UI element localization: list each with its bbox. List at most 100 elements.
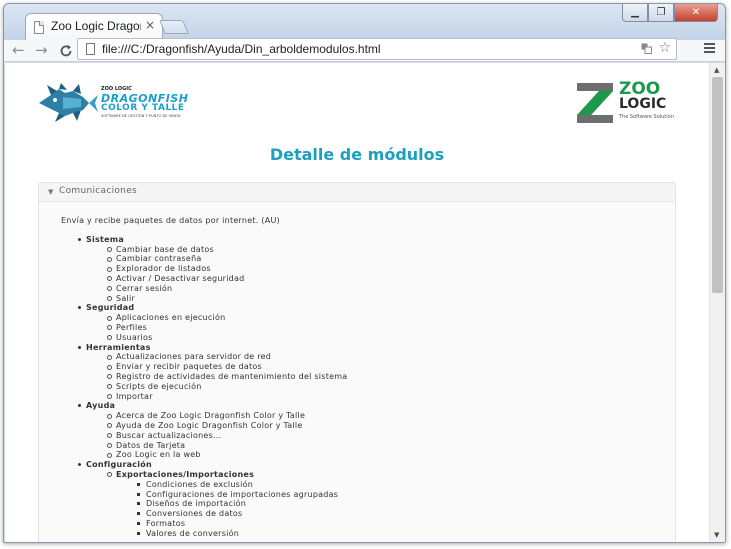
tab-close-icon[interactable]: × [145,18,155,32]
module-item-list: Acerca de Zoo Logic Dragonfish Color y T… [86,411,675,460]
module-item-label: Buscar actualizaciones... [116,430,222,440]
module-tree: Sistema Cambiar base de datos Cambiar cont… [61,235,675,539]
module-item-label: Exportaciones/Importaciones [116,469,255,479]
page-viewport: ZOO LOGIC DRAGONFISH COLOR Y TALLE SOFTW… [5,63,725,542]
module-subitem-list: Condiciones de exclusión Configuraciones … [116,480,675,539]
module-item: Explorador de listados [107,264,675,274]
module-subitem: Formatos [137,519,675,529]
module-item-label: Usuarios [116,332,153,342]
module-subitem: Conversiones de datos [137,509,675,519]
module-item-label: Actualizaciones para servidor de red [116,352,272,362]
panel-header[interactable]: ▼ Comunicaciones [39,183,675,202]
module-section-label: Herramientas [86,342,151,352]
module-item-label: Salir [116,293,135,303]
module-item-label: Cambiar contraseña [116,254,202,264]
module-section: Herramientas Actualizaciones para servido… [78,342,675,402]
scroll-up-arrow-icon[interactable]: ▲ [714,66,719,74]
module-subitem: Condiciones de exclusión [137,480,675,490]
window-controls: ▁ ❐ ✕ [622,4,718,22]
zoologic-tagline: The Software Solution [619,114,674,120]
module-item-label: Scripts de ejecución [116,381,202,391]
dragonfish-tagline: SOFTWARE DE GESTIÓN Y PUNTO DE VENTA [101,114,181,118]
module-item-label: Cambiar base de datos [116,244,214,254]
module-item-label: Aplicaciones en ejecución [116,313,226,323]
bookmark-star-icon[interactable]: ☆ [658,40,671,56]
module-item-label: Zoo Logic en la web [116,450,201,460]
module-item: Usuarios [107,332,675,343]
module-item: Activar / Desactivar seguridad [107,273,675,284]
module-section-label: Configuración [86,460,152,470]
module-item-label: Importar [116,391,153,401]
vertical-scrollbar[interactable]: ▲ ▼ [709,63,725,542]
module-item-list: Actualizaciones para servidor de red Envi… [86,352,675,401]
module-item: Cambiar contraseña [107,254,675,264]
translate-icon[interactable] [641,43,652,57]
browser-window: Zoo Logic Dragonfis × ▁ ❐ ✕ ← → file:///… [3,3,726,543]
module-item: Perfiles [107,322,675,333]
module-item: Actualizaciones para servidor de red [107,352,675,362]
module-subitem: Diseños de importación [137,499,675,509]
module-item: Datos de Tarjeta [107,440,675,451]
browser-toolbar: ← → file:///C:/Dragonfish/Ayuda/Din_arbo… [4,38,725,62]
back-arrow-icon[interactable]: ← [12,41,25,59]
zoologic-z-icon [577,83,613,123]
module-panel: ▼ Comunicaciones Envía y recibe paquetes… [38,182,676,542]
dragonfish-logo: ZOO LOGIC DRAGONFISH COLOR Y TALLE SOFTW… [37,83,217,123]
module-description: Envía y recibe paquetes de datos por int… [61,216,280,225]
module-item-label: Explorador de listados [116,264,211,274]
module-item: Acerca de Zoo Logic Dragonfish Color y T… [107,411,675,421]
module-section-label: Ayuda [86,401,116,411]
menu-icon[interactable] [704,43,715,55]
close-window-button[interactable]: ✕ [674,4,718,22]
panel-body: Envía y recibe paquetes de datos por int… [39,202,675,539]
module-subitem: Valores de conversión [137,529,675,539]
address-bar[interactable]: file:///C:/Dragonfish/Ayuda/Din_arboldem… [77,38,677,60]
module-section-label: Sistema [86,234,124,244]
new-tab-button[interactable] [159,20,189,34]
module-subitem: Configuraciones de importaciones agrupad… [137,490,675,500]
scroll-down-arrow-icon[interactable]: ▼ [714,531,719,539]
module-item: Ayuda de Zoo Logic Dragonfish Color y Ta… [107,420,675,431]
module-section: Ayuda Acerca de Zoo Logic Dragonfish Colo… [78,401,675,460]
module-item-list: Exportaciones/Importaciones Condiciones d… [86,470,675,539]
zoologic-logo: ZOO LOGIC The Software Solution [573,81,678,125]
file-icon [86,43,95,55]
tab-title: Zoo Logic Dragonfis [51,19,141,33]
page-icon [34,21,44,34]
zoologic-line2: LOGIC [619,96,667,112]
maximize-button[interactable]: ❐ [648,4,674,22]
module-item: Cerrar sesión [107,283,675,294]
module-item-label: Enviar y recibir paquetes de datos [116,362,262,372]
module-item: Cambiar base de datos [107,244,675,255]
module-item-label: Perfiles [116,322,148,332]
minimize-button[interactable]: ▁ [622,4,648,22]
reload-icon[interactable] [59,41,73,62]
page-content: ZOO LOGIC DRAGONFISH COLOR Y TALLE SOFTW… [5,63,709,542]
page-title: Detalle de módulos [269,145,445,164]
collapse-triangle-icon[interactable]: ▼ [48,188,53,196]
browser-tab[interactable]: Zoo Logic Dragonfis × [25,13,163,40]
scrollbar-thumb[interactable] [712,77,723,293]
dragonfish-fish-icon [39,83,98,122]
module-item-label: Ayuda de Zoo Logic Dragonfish Color y Ta… [116,420,303,430]
module-item: Zoo Logic en la web [107,450,675,460]
module-item: Scripts de ejecución [107,381,675,392]
module-section: Seguridad Aplicaciones en ejecución Perfil… [78,303,675,342]
module-item: Aplicaciones en ejecución [107,313,675,323]
module-item: Exportaciones/Importaciones Condiciones d… [107,469,675,539]
module-item-list: Cambiar base de datos Cambiar contraseña E… [86,245,675,304]
url-text[interactable]: file:///C:/Dragonfish/Ayuda/Din_arboldem… [102,42,381,56]
module-item-label: Datos de Tarjeta [116,440,186,450]
module-item: Registro de actividades de mantenimiento… [107,371,675,382]
dragonfish-line2: COLOR Y TALLE [101,103,185,113]
module-item: Buscar actualizaciones... [107,430,675,441]
module-item-list: Aplicaciones en ejecución Perfiles Usuario… [86,313,675,342]
module-section: Sistema Cambiar base de datos Cambiar cont… [78,234,675,304]
module-section-label: Seguridad [86,303,135,313]
module-item-label: Registro de actividades de mantenimiento… [116,371,348,381]
module-section: Configuración Exportaciones/Importaciones… [78,460,675,539]
forward-arrow-icon[interactable]: → [35,41,48,59]
module-item-label: Activar / Desactivar seguridad [116,273,245,283]
panel-title: Comunicaciones [59,186,138,196]
module-item-label: Cerrar sesión [116,283,173,293]
